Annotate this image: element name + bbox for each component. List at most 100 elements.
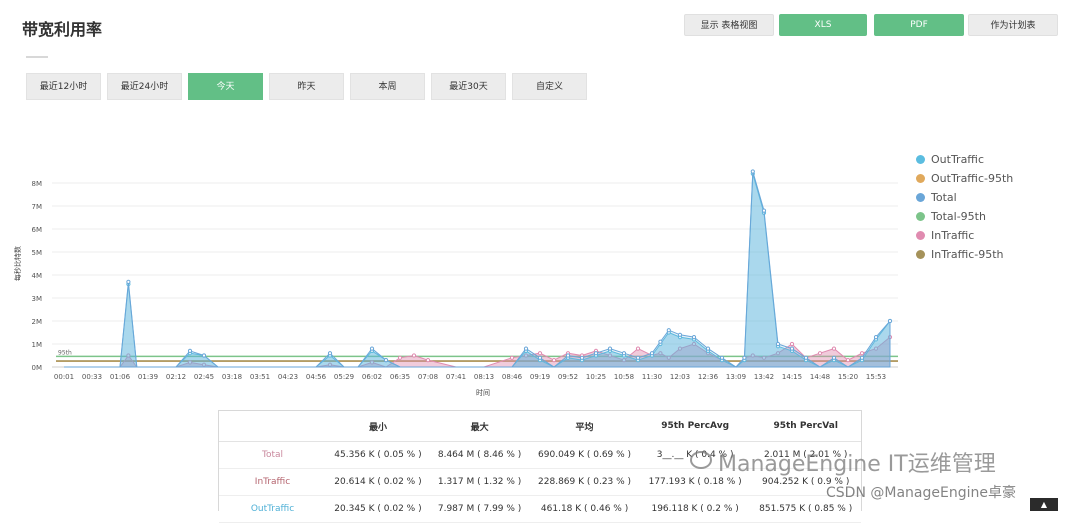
stats-row-name: Total bbox=[219, 441, 326, 469]
range-tab-3[interactable]: 昨天 bbox=[269, 73, 344, 100]
x-tick-label: 07:08 bbox=[418, 373, 438, 381]
data-point bbox=[411, 353, 417, 358]
bandwidth-chart: 0M 1M 2M 3M 4M 5M 6M 7M 8M 每秒比特数 00:01 00:33 01:06 01… bbox=[0, 140, 900, 409]
stats-cell: 461.18 K ( 0.46 % ) bbox=[529, 495, 640, 523]
data-point bbox=[831, 355, 837, 360]
legend-label: Total-95th bbox=[931, 210, 986, 223]
y-tick-label: 8M bbox=[32, 180, 43, 188]
data-point bbox=[817, 351, 823, 356]
watermark-brand: ManageEngine IT运维管理 bbox=[690, 446, 996, 478]
y-tick-label: 2M bbox=[32, 318, 43, 326]
data-point bbox=[666, 328, 671, 333]
legend-swatch bbox=[916, 193, 925, 202]
stats-cell: 1.317 M ( 1.32 % ) bbox=[429, 468, 530, 496]
x-axis-label: 时间 bbox=[476, 388, 490, 397]
stats-row-name: InTraffic bbox=[219, 468, 326, 496]
data-point bbox=[789, 346, 795, 351]
x-tick-label: 00:01 bbox=[54, 373, 74, 381]
data-point bbox=[775, 341, 781, 347]
xls-export-button[interactable]: XLS bbox=[779, 14, 867, 36]
legend-item[interactable]: InTraffic bbox=[916, 228, 974, 244]
y-tick-label: 7M bbox=[32, 203, 43, 211]
range-tab-1[interactable]: 最近24小时 bbox=[107, 73, 182, 100]
legend-item[interactable]: OutTraffic-95th bbox=[916, 171, 1013, 187]
legend-item[interactable]: OutTraffic bbox=[916, 152, 984, 168]
data-point bbox=[658, 339, 663, 344]
data-point bbox=[742, 355, 747, 360]
legend-item[interactable]: Total bbox=[916, 190, 957, 206]
stats-header-1: 最小 bbox=[326, 411, 430, 442]
stats-header-0 bbox=[219, 411, 326, 442]
threshold-label: 95th bbox=[58, 349, 72, 356]
range-tab-2[interactable]: 今天 bbox=[188, 73, 263, 100]
data-point bbox=[621, 351, 627, 356]
data-point bbox=[565, 353, 571, 358]
legend-label: OutTraffic bbox=[931, 153, 984, 166]
x-tick-label: 01:39 bbox=[138, 373, 158, 381]
x-tick-label: 06:02 bbox=[362, 373, 382, 381]
schedule-button[interactable]: 作为计划表 bbox=[968, 14, 1058, 36]
legend-label: InTraffic-95th bbox=[931, 248, 1004, 261]
x-tick-label: 14:48 bbox=[810, 373, 830, 381]
legend-swatch bbox=[916, 212, 925, 221]
series-area-total bbox=[64, 171, 891, 368]
stats-header-3: 平均 bbox=[529, 411, 640, 442]
x-tick-label: 12:03 bbox=[670, 373, 690, 381]
x-tick-label: 00:33 bbox=[82, 373, 102, 381]
stats-header-5: 95th PercVal bbox=[750, 411, 861, 442]
x-tick-label: 15:20 bbox=[838, 373, 858, 381]
data-point bbox=[635, 346, 641, 351]
chart-svg: 0M 1M 2M 3M 4M 5M 6M 7M 8M 每秒比特数 00:01 00:33 01:06 01… bbox=[13, 169, 898, 397]
x-tick-label: 07:41 bbox=[446, 373, 466, 381]
legend-label: Total bbox=[931, 191, 957, 204]
watermark-csdn: CSDN @ManageEngine卓豪 bbox=[826, 485, 1016, 501]
range-tab-0[interactable]: 最近12小时 bbox=[26, 73, 101, 100]
data-point bbox=[705, 346, 711, 351]
legend-item[interactable]: Total-95th bbox=[916, 209, 986, 225]
scroll-top-icon[interactable]: ▲ bbox=[1030, 498, 1058, 511]
x-tick-label: 02:45 bbox=[194, 373, 214, 381]
data-point bbox=[750, 169, 755, 174]
range-tab-4[interactable]: 本周 bbox=[350, 73, 425, 100]
data-point bbox=[831, 346, 837, 351]
legend-swatch bbox=[916, 155, 925, 164]
data-point bbox=[187, 348, 193, 353]
stats-row: OutTraffic 20.345 K ( 0.02 % ) 7.987 M ( 7… bbox=[219, 495, 861, 523]
data-point bbox=[126, 279, 131, 284]
x-tick-label: 01:06 bbox=[110, 373, 131, 381]
data-point bbox=[649, 351, 655, 356]
table-view-button[interactable]: 显示 表格视图 bbox=[684, 14, 774, 36]
legend-swatch bbox=[916, 174, 925, 183]
range-tab-6[interactable]: 自定义 bbox=[512, 73, 587, 100]
data-point bbox=[425, 358, 431, 363]
x-tick-label: 03:51 bbox=[250, 373, 270, 381]
y-tick-label: 5M bbox=[32, 249, 43, 257]
data-point bbox=[523, 346, 529, 351]
data-point bbox=[635, 355, 641, 360]
data-point bbox=[887, 318, 893, 324]
stats-header-4: 95th PercAvg bbox=[639, 411, 751, 442]
y-tick-label: 1M bbox=[32, 341, 43, 349]
y-axis-label: 每秒比特数 bbox=[13, 246, 22, 281]
data-point bbox=[201, 353, 207, 358]
x-tick-label: 09:19 bbox=[530, 373, 550, 381]
x-tick-label: 15:53 bbox=[866, 373, 886, 381]
range-tab-5[interactable]: 最近30天 bbox=[431, 73, 506, 100]
watermark-brand-text: ManageEngine IT运维管理 bbox=[718, 452, 996, 477]
stats-cell: 45.356 K ( 0.05 % ) bbox=[326, 441, 430, 469]
stats-cell: 7.987 M ( 7.99 % ) bbox=[429, 495, 530, 523]
data-point bbox=[845, 358, 851, 363]
x-tick-label: 04:56 bbox=[306, 373, 327, 381]
x-tick-label: 10:25 bbox=[586, 373, 606, 381]
x-tick-label: 04:23 bbox=[278, 373, 298, 381]
wechat-icon bbox=[690, 451, 712, 469]
stats-cell: 228.869 K ( 0.23 % ) bbox=[529, 468, 640, 496]
x-tick-label: 05:29 bbox=[334, 373, 354, 381]
x-tick-label: 14:15 bbox=[782, 373, 802, 381]
data-point bbox=[551, 358, 557, 363]
pdf-export-button[interactable]: PDF bbox=[874, 14, 964, 36]
legend-item[interactable]: InTraffic-95th bbox=[916, 247, 1004, 263]
legend-label: InTraffic bbox=[931, 229, 975, 242]
stats-header-2: 最大 bbox=[429, 411, 530, 442]
data-point bbox=[397, 355, 403, 360]
